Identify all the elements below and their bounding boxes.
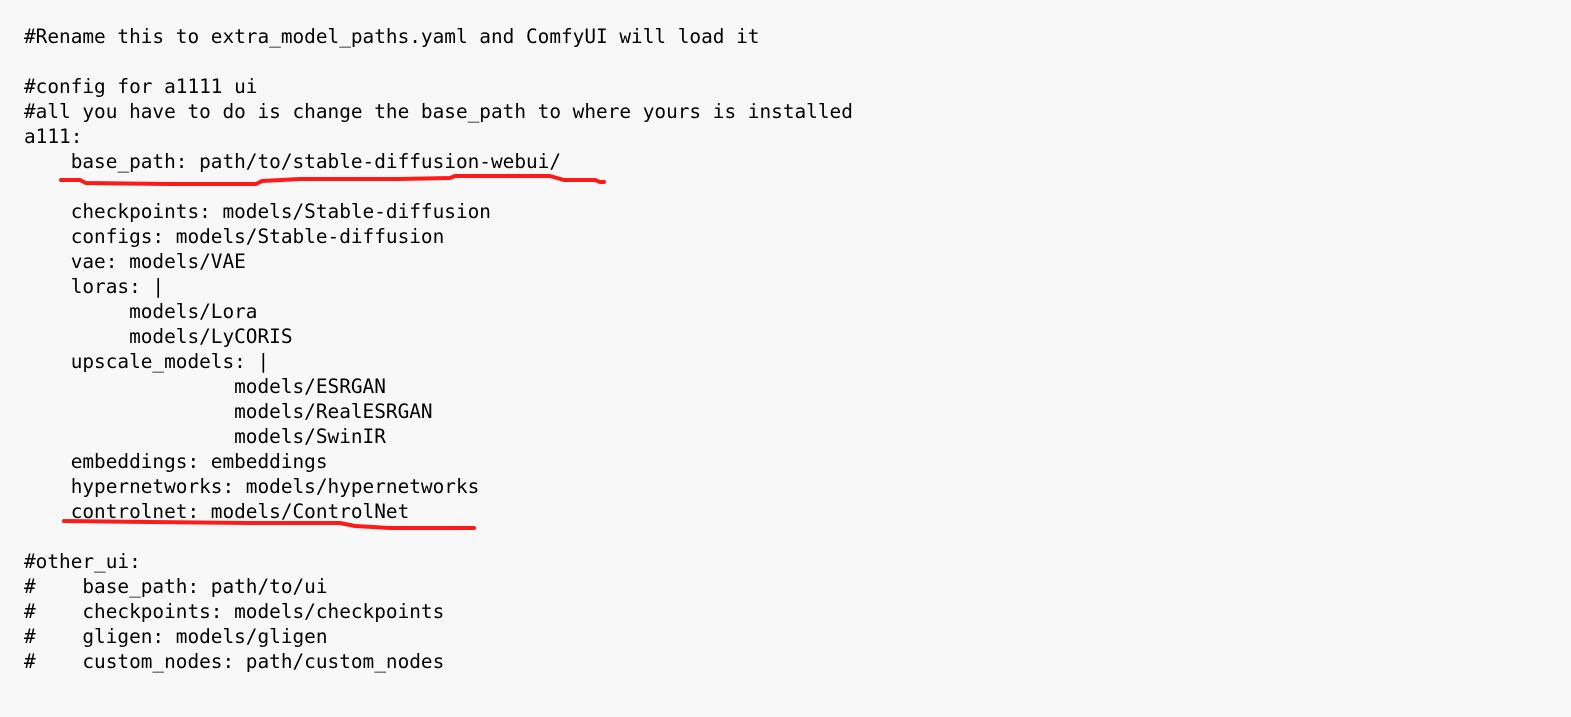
controlnet-line: controlnet: models/ControlNet bbox=[24, 500, 410, 523]
loras-lora-path-line: models/Lora bbox=[24, 300, 258, 323]
other-ui-gligen-line: # gligen: models/gligen bbox=[24, 625, 328, 648]
upscale-models-line: upscale_models: | bbox=[24, 350, 270, 373]
other-ui-checkpoints-line: # checkpoints: models/checkpoints bbox=[24, 600, 445, 623]
loras-line: loras: | bbox=[24, 275, 165, 298]
other-ui-comment-line: #other_ui: bbox=[24, 550, 141, 573]
a111-key-line: a111: bbox=[24, 125, 83, 148]
comment-config-line: #config for a1111 ui bbox=[24, 75, 258, 98]
other-ui-custom-nodes-line: # custom_nodes: path/custom_nodes bbox=[24, 650, 445, 673]
upscale-swinir-path-line: models/SwinIR bbox=[24, 425, 386, 448]
embeddings-line: embeddings: embeddings bbox=[24, 450, 328, 473]
loras-lycoris-path-line: models/LyCORIS bbox=[24, 325, 293, 348]
comment-rename-line: #Rename this to extra_model_paths.yaml a… bbox=[24, 25, 760, 48]
other-ui-base-path-line: # base_path: path/to/ui bbox=[24, 575, 328, 598]
checkpoints-line: checkpoints: models/Stable-diffusion bbox=[24, 200, 491, 223]
vae-line: vae: models/VAE bbox=[24, 250, 246, 273]
base-path-line: base_path: path/to/stable-diffusion-webu… bbox=[24, 150, 562, 173]
upscale-realesrgan-path-line: models/RealESRGAN bbox=[24, 400, 433, 423]
comment-instructions-line: #all you have to do is change the base_p… bbox=[24, 100, 853, 123]
upscale-esrgan-path-line: models/ESRGAN bbox=[24, 375, 386, 398]
configs-line: configs: models/Stable-diffusion bbox=[24, 225, 445, 248]
yaml-config-text: #Rename this to extra_model_paths.yaml a… bbox=[24, 24, 853, 674]
hypernetworks-line: hypernetworks: models/hypernetworks bbox=[24, 475, 480, 498]
